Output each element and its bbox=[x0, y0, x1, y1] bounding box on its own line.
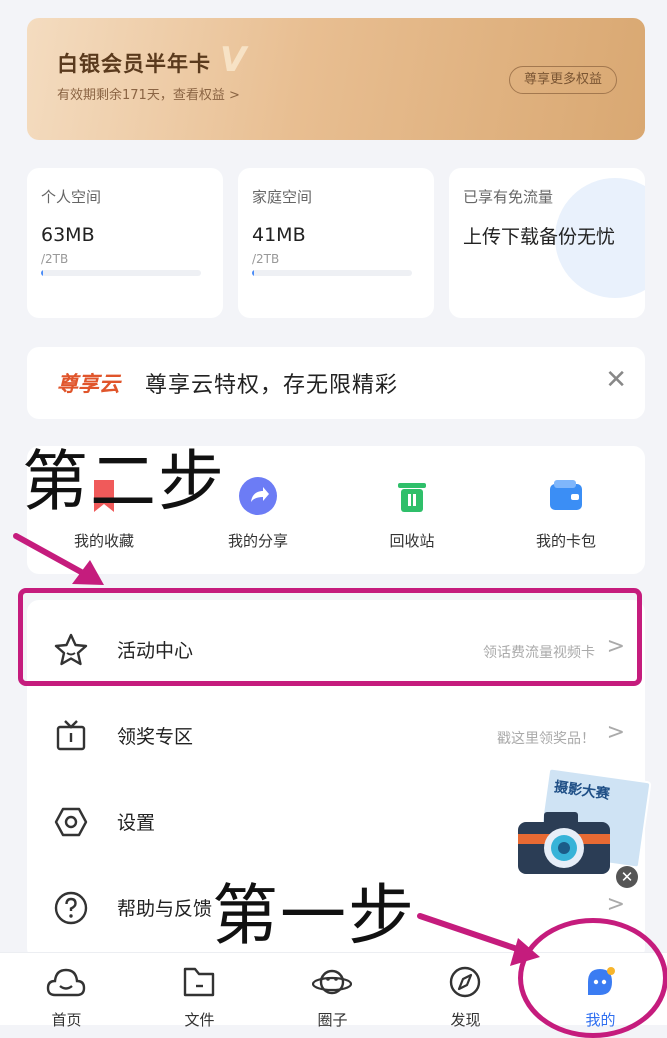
quick-action-label: 我的卡包 bbox=[535, 532, 596, 550]
more-benefits-button[interactable]: 尊享更多权益 bbox=[508, 66, 617, 94]
member-v-badge: V bbox=[220, 40, 247, 80]
nav-label: 圈子 bbox=[317, 1011, 348, 1029]
family-space-label: 家庭空间 bbox=[252, 188, 313, 206]
trash-icon bbox=[398, 483, 426, 512]
quick-action-recycle-bin[interactable]: 回收站 bbox=[335, 446, 489, 574]
list-item-hint: 戳这里领奖品！ bbox=[497, 731, 595, 747]
zunxiangyun-logo: 尊享云 bbox=[57, 372, 120, 396]
wallet-icon bbox=[550, 480, 582, 510]
personal-space-total: /2TB bbox=[41, 252, 69, 266]
nav-label: 发现 bbox=[450, 1011, 481, 1029]
highlight-activity-center bbox=[18, 588, 642, 686]
quick-action-label: 回收站 bbox=[389, 532, 435, 550]
step-one-annotation: 第一步 bbox=[212, 877, 416, 954]
family-space-card[interactable]: 家庭空间 41MB /2TB bbox=[238, 168, 434, 318]
list-item-label: 设置 bbox=[117, 812, 156, 834]
member-title: 白银会员半年卡 bbox=[57, 52, 211, 76]
list-item-label: 帮助与反馈 bbox=[117, 898, 213, 920]
quick-action-wallet[interactable]: 我的卡包 bbox=[489, 446, 643, 574]
family-space-total: /2TB bbox=[252, 252, 280, 266]
free-traffic-text: 上传下载备份无忧 bbox=[463, 226, 616, 248]
cloud-home-icon bbox=[46, 968, 86, 997]
compass-icon bbox=[449, 966, 481, 998]
family-space-progress bbox=[252, 270, 412, 276]
tv-gift-icon bbox=[56, 720, 86, 751]
list-item-label: 领奖专区 bbox=[117, 726, 194, 748]
personal-space-card[interactable]: 个人空间 63MB /2TB bbox=[27, 168, 223, 318]
nav-label: 首页 bbox=[51, 1011, 82, 1029]
promo-banner[interactable]: 尊享云 尊享云特权，存无限精彩 ✕ bbox=[27, 347, 645, 419]
chevron-right-icon: > bbox=[606, 892, 625, 917]
quick-action-label: 我的分享 bbox=[227, 532, 288, 550]
photo-contest-floating-ad[interactable]: 摄影大赛 ✕ bbox=[512, 767, 652, 894]
help-icon bbox=[54, 891, 88, 925]
folder-icon bbox=[183, 967, 215, 997]
nav-label: 文件 bbox=[184, 1011, 215, 1029]
member-subtitle-link[interactable]: 有效期剩余171天，查看权益 > bbox=[57, 84, 240, 103]
member-card[interactable]: 白银会员半年卡 V 有效期剩余171天，查看权益 > 尊享更多权益 bbox=[27, 18, 645, 140]
step-two-annotation: 第二步 bbox=[22, 443, 226, 520]
free-traffic-label: 已享有免流量 bbox=[463, 188, 554, 206]
personal-space-progress bbox=[41, 270, 201, 276]
close-icon[interactable]: ✕ bbox=[605, 365, 627, 395]
chevron-right-icon: > bbox=[606, 720, 625, 745]
camera-icon bbox=[518, 812, 610, 874]
nav-discover[interactable]: 发现 bbox=[399, 953, 532, 1029]
nav-home[interactable]: 首页 bbox=[0, 953, 133, 1029]
personal-space-used: 63MB bbox=[41, 224, 95, 246]
free-traffic-card[interactable]: 已享有免流量 上传下载备份无忧 bbox=[449, 168, 645, 318]
family-space-used: 41MB bbox=[252, 224, 306, 246]
settings-hexagon-icon bbox=[54, 807, 88, 837]
personal-space-label: 个人空间 bbox=[41, 188, 102, 206]
nav-files[interactable]: 文件 bbox=[133, 953, 266, 1029]
ad-close-icon[interactable]: ✕ bbox=[616, 866, 638, 888]
quick-action-label: 我的收藏 bbox=[73, 532, 134, 550]
share-icon bbox=[239, 477, 277, 515]
highlight-mine-tab bbox=[518, 918, 667, 1038]
promo-text: 尊享云特权，存无限精彩 bbox=[145, 373, 399, 398]
planet-icon bbox=[312, 969, 352, 995]
nav-circle[interactable]: 圈子 bbox=[266, 953, 399, 1029]
list-item-prize-zone[interactable]: 领奖专区 戳这里领奖品！ > bbox=[27, 692, 645, 778]
